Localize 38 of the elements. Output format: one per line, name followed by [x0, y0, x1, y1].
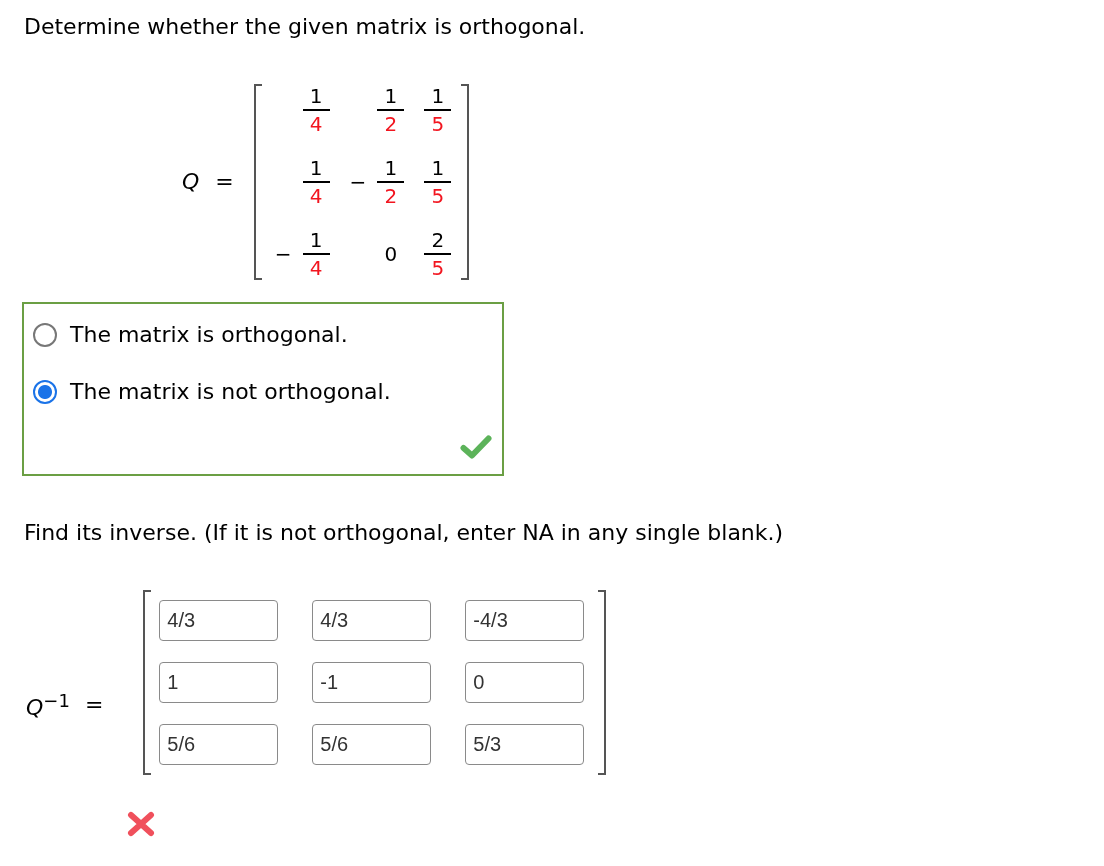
numerator: 1: [309, 156, 323, 180]
answer-field[interactable]: 0: [465, 662, 585, 703]
minus-sign: −: [274, 242, 292, 266]
numerator: 1: [431, 84, 445, 108]
numerator: 1: [384, 84, 398, 108]
matrix-symbol: Q: [182, 169, 200, 195]
denominator: 4: [309, 184, 323, 208]
answer-field[interactable]: 5/3: [465, 724, 585, 765]
answer-field[interactable]: 5/6: [159, 724, 279, 765]
matrix-symbol: Q$^{−1}$: [26, 688, 70, 722]
option-label[interactable]: The matrix is not orthogonal.: [70, 379, 391, 405]
denominator: 5: [431, 184, 445, 208]
minus-sign: −: [349, 170, 367, 194]
numerator: 1: [431, 156, 445, 180]
matrix-entry: 0: [383, 242, 399, 266]
question-text: Determine whether the given matrix is orthogonal.: [24, 14, 587, 40]
numerator: 2: [431, 228, 445, 252]
answer-field[interactable]: -4/3: [465, 600, 585, 641]
option-label[interactable]: The matrix is orthogonal.: [70, 322, 348, 348]
answer-field[interactable]: 1: [159, 662, 279, 703]
instruction-text: Find its inverse. (If it is not orthogonal, enter NA in any single blank.): [24, 520, 785, 546]
answer-field[interactable]: -1: [312, 662, 432, 703]
denominator: 2: [384, 184, 398, 208]
denominator: 5: [431, 256, 445, 280]
radio-button[interactable]: [33, 380, 57, 404]
denominator: 4: [309, 112, 323, 136]
answer-field[interactable]: 4/3: [159, 600, 279, 641]
answer-field[interactable]: 4/3: [312, 600, 432, 641]
numerator: 1: [309, 228, 323, 252]
radio-button[interactable]: [33, 323, 57, 347]
denominator: 2: [384, 112, 398, 136]
numerator: 1: [384, 156, 398, 180]
answer-field[interactable]: 5/6: [312, 724, 432, 765]
numerator: 1: [309, 84, 323, 108]
equals-sign: =: [84, 691, 104, 718]
denominator: 4: [309, 256, 323, 280]
denominator: 5: [431, 112, 445, 136]
equals-sign: =: [215, 169, 234, 195]
